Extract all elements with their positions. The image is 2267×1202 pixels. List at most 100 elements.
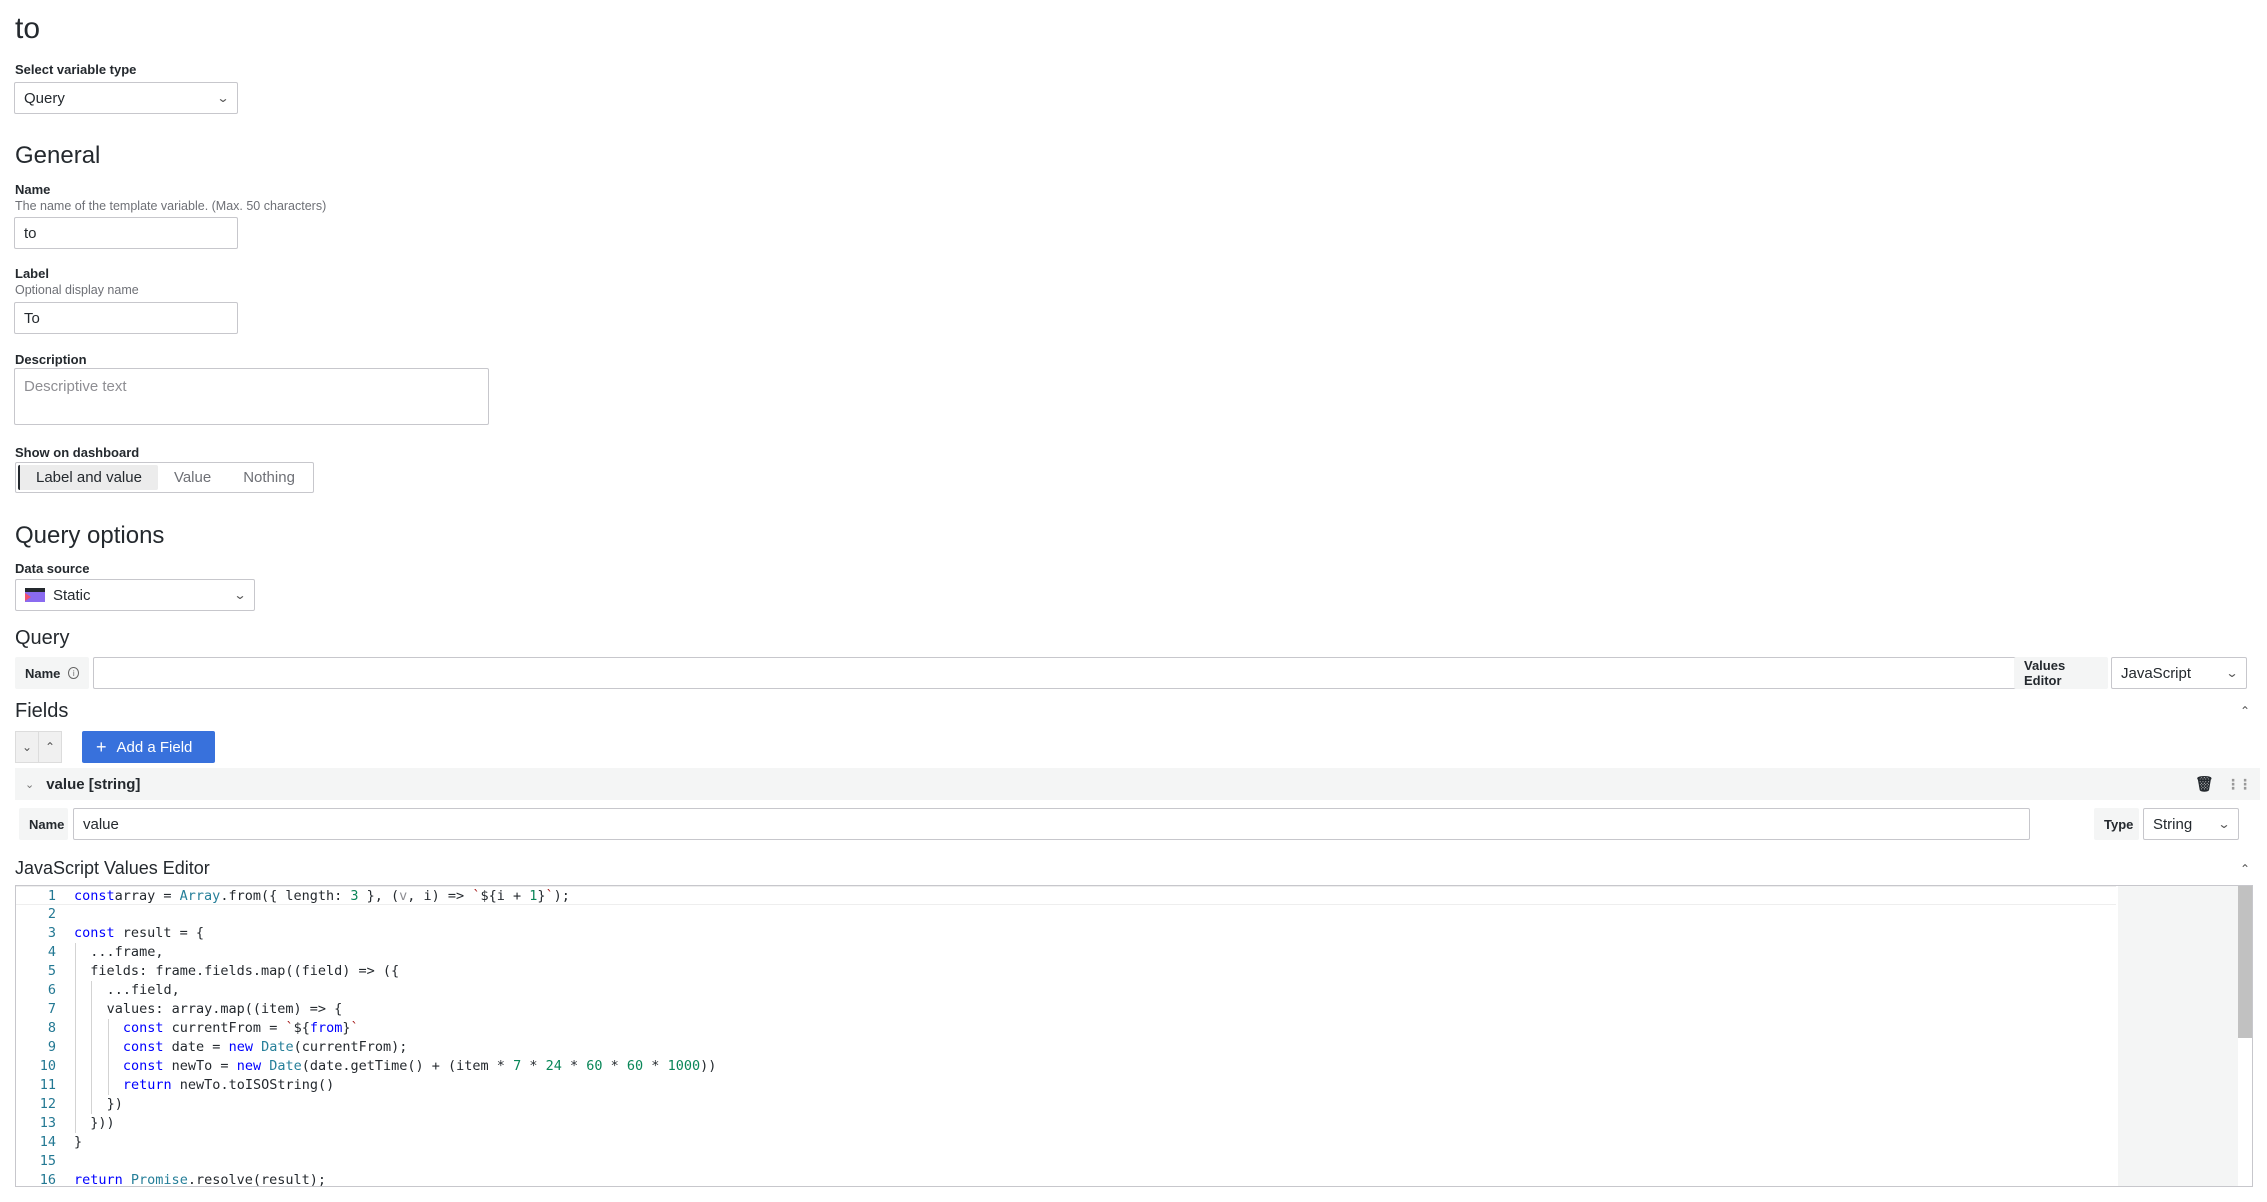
code-editor[interactable]: 1 constarray = Array.from({ length: 3 }, …	[15, 885, 2253, 1187]
line-number: 16	[39, 1172, 56, 1187]
chevrons-down-icon[interactable]: ⌄	[15, 731, 39, 763]
label-input[interactable]: To	[14, 302, 238, 334]
line-number: 1	[47, 888, 56, 904]
indent-guide	[107, 1019, 109, 1038]
code-text: const newTo = new Date(date.getTime() + …	[122, 1058, 717, 1074]
code-text: }	[74, 1134, 83, 1150]
editor-minimap[interactable]	[2118, 886, 2238, 1186]
chevron-down-icon: ⌄	[2217, 817, 2231, 831]
indent-guide	[75, 962, 76, 981]
values-editor-select[interactable]: JavaScript ⌄	[2111, 657, 2247, 689]
code-text: constarray = Array.from({ length: 3 }, (…	[74, 888, 570, 904]
show-on-dashboard-radio-group[interactable]: Label and value Value Nothing	[15, 462, 314, 493]
code-line[interactable]: 15	[16, 1152, 2116, 1171]
code-line[interactable]: 3 const result = {	[16, 924, 2116, 943]
line-number: 12	[39, 1096, 56, 1112]
field-type-label: Type	[2094, 808, 2139, 840]
description-placeholder: Descriptive text	[24, 378, 127, 395]
add-field-button[interactable]: + Add a Field	[82, 731, 215, 763]
indent-guide	[75, 943, 76, 962]
code-text: return Promise.resolve(result);	[74, 1172, 326, 1187]
code-line[interactable]: 5 fields: frame.fields.map((field) => ({	[16, 962, 2116, 981]
indent-guide	[91, 1057, 93, 1076]
field-type-value: String	[2153, 815, 2193, 833]
code-line[interactable]: 8 const currentFrom = `${from}`	[16, 1019, 2116, 1038]
code-line[interactable]: 13}))	[16, 1114, 2116, 1133]
code-text: const currentFrom = `${from}`	[122, 1020, 359, 1036]
code-line[interactable]: 11 return newTo.toISOString()	[16, 1076, 2116, 1095]
query-name-label: Name i	[15, 657, 89, 689]
indent-guide	[91, 981, 93, 1000]
indent-guide	[75, 1114, 76, 1133]
fields-collapse-icon[interactable]: ⌃	[2240, 704, 2250, 718]
variable-type-select[interactable]: Query ⌄	[14, 82, 238, 114]
code-text: return newTo.toISOString()	[122, 1077, 335, 1093]
line-number: 10	[39, 1058, 56, 1074]
name-label: Name	[15, 182, 51, 197]
indent-guide	[91, 1095, 93, 1114]
drag-handle-icon[interactable]: ⋮⋮	[2226, 776, 2252, 793]
line-number: 6	[47, 982, 56, 998]
line-number: 15	[39, 1153, 56, 1169]
general-heading: General	[15, 142, 101, 169]
code-text: values: array.map((item) => {	[106, 1001, 343, 1017]
indent-guide	[107, 1057, 109, 1076]
field-name-input[interactable]: value	[73, 808, 2030, 840]
name-description: The name of the template variable. (Max.…	[15, 199, 327, 213]
code-line[interactable]: 4 ...frame,	[16, 943, 2116, 962]
description-label: Description	[15, 352, 87, 367]
field-name-label: Name	[19, 808, 68, 840]
option-label-and-value[interactable]: Label and value	[18, 465, 158, 490]
code-text: const result = {	[74, 925, 205, 941]
query-name-label-text: Name	[25, 665, 61, 681]
indent-guide	[107, 1038, 109, 1057]
trash-icon[interactable]: 🗑	[2195, 775, 2214, 793]
info-circle-icon[interactable]: i	[68, 667, 79, 679]
data-source-select[interactable]: Static ⌄	[15, 579, 255, 611]
indent-guide	[75, 1057, 76, 1076]
chevron-up-icon[interactable]: ⌃	[2240, 862, 2250, 876]
field-item-header[interactable]: ⌄ value [string] 🗑 ⋮⋮	[15, 768, 2260, 800]
static-datasource-icon	[25, 588, 45, 602]
data-source-label: Data source	[15, 561, 90, 576]
code-line[interactable]: 2	[16, 905, 2116, 924]
line-number: 8	[47, 1020, 56, 1036]
code-line[interactable]: 6 ...field,	[16, 981, 2116, 1000]
values-editor-value: JavaScript	[2121, 664, 2192, 682]
code-line[interactable]: 9 const date = new Date(currentFrom);	[16, 1038, 2116, 1057]
add-field-label: Add a Field	[116, 738, 193, 756]
line-number: 5	[47, 963, 56, 979]
field-name-value: value	[83, 815, 119, 833]
label-input-value: To	[24, 309, 40, 327]
code-line[interactable]: 7 values: array.map((item) => {	[16, 1000, 2116, 1019]
indent-guide	[75, 1000, 76, 1019]
code-area[interactable]: 1 constarray = Array.from({ length: 3 }, …	[16, 886, 2116, 1187]
chevrons-up-icon[interactable]: ⌃	[38, 731, 62, 763]
code-text: })	[106, 1096, 123, 1112]
fields-heading: Fields	[15, 700, 69, 722]
name-input[interactable]: to	[14, 217, 238, 249]
field-type-select[interactable]: String ⌄	[2143, 808, 2239, 840]
code-line[interactable]: 12})	[16, 1095, 2116, 1114]
line-number: 7	[47, 1001, 56, 1017]
chevron-down-icon: ⌄	[2225, 666, 2239, 680]
query-heading: Query	[15, 627, 70, 649]
plus-icon: +	[96, 736, 107, 757]
option-nothing[interactable]: Nothing	[227, 465, 311, 490]
indent-guide	[75, 1076, 76, 1095]
chevron-down-icon[interactable]: ⌄	[25, 778, 34, 791]
indent-guide	[91, 1000, 93, 1019]
code-line[interactable]: 10 const newTo = new Date(date.getTime() …	[16, 1057, 2116, 1076]
description-textarea[interactable]: Descriptive text	[14, 368, 489, 425]
field-item-title: value [string]	[46, 775, 141, 793]
indent-guide	[107, 1076, 109, 1095]
option-value[interactable]: Value	[158, 465, 227, 490]
editor-scrollbar[interactable]	[2238, 886, 2252, 1038]
line-number: 9	[47, 1039, 56, 1055]
code-line[interactable]: 1 constarray = Array.from({ length: 3 }, …	[16, 886, 2116, 905]
code-line[interactable]: 14}	[16, 1133, 2116, 1152]
code-text: fields: frame.fields.map((field) => ({	[90, 963, 400, 979]
code-line[interactable]: 16 return Promise.resolve(result);	[16, 1171, 2116, 1187]
query-name-input[interactable]	[93, 657, 2020, 689]
show-on-dashboard-label: Show on dashboard	[15, 445, 140, 460]
